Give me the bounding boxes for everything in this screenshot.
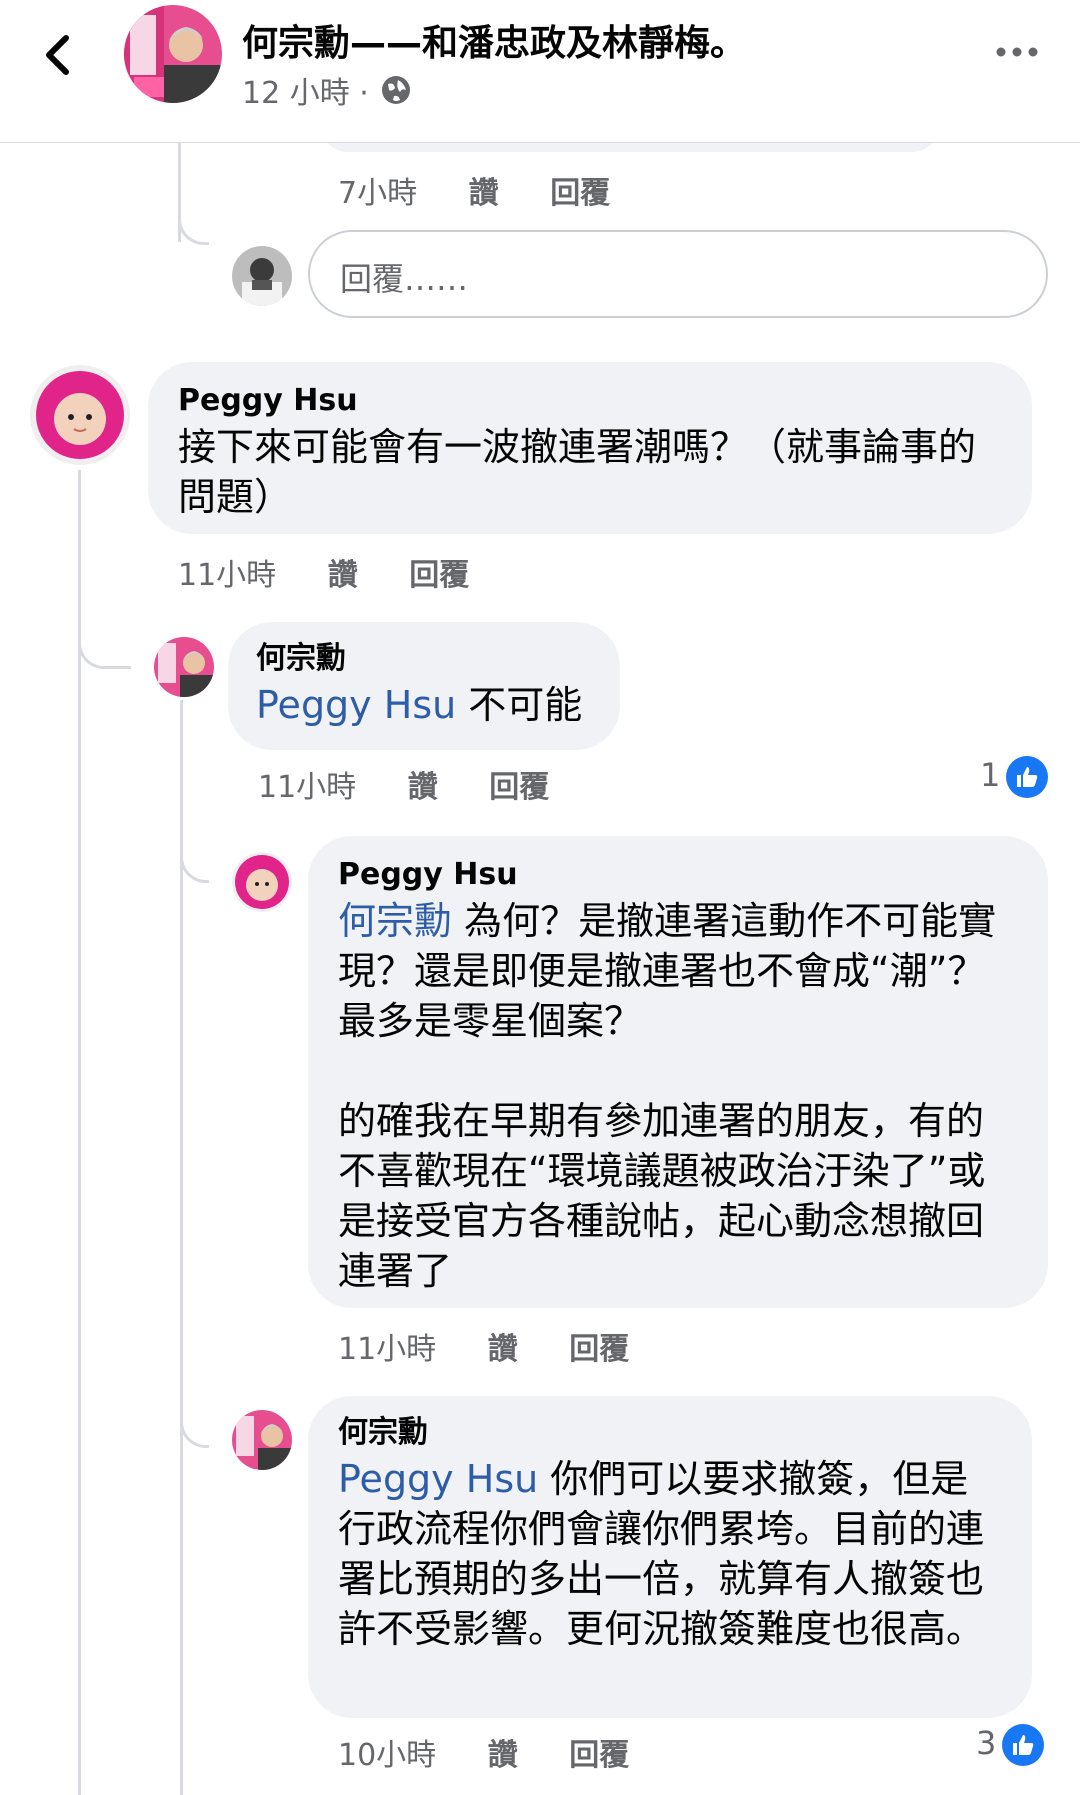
comment-time: 11小時 [258,770,357,805]
commenter-avatar[interactable] [30,365,130,465]
post-timestamp: 12 小時 · [242,76,369,111]
thread-connector [178,212,209,245]
reaction-summary[interactable]: 3 [976,1724,1045,1766]
reply-input[interactable]: 回覆…… [308,230,1048,318]
comment-actions: 7小時 讚 回覆 [338,168,610,212]
like-button[interactable]: 讚 [488,1324,518,1368]
thread-connector [78,630,131,669]
comment-actions: 11小時 讚 回覆 [258,762,549,806]
comment-time: 10小時 [338,1738,437,1773]
like-button[interactable]: 讚 [328,550,358,594]
comment-text: 為何？是撤連署這動作不可能 [452,899,959,943]
reply-button[interactable]: 回覆 [569,1730,629,1774]
comment-time: 11小時 [338,1332,437,1367]
thread-connector [180,840,209,883]
commenter-avatar[interactable] [232,852,292,912]
comment-text: 不可能 [456,683,583,727]
comment-actions: 10小時 讚 回覆 [338,1730,629,1774]
commenter-avatar[interactable] [154,637,214,697]
reaction-count: 1 [980,756,1001,794]
comment-author[interactable]: Peggy Hsu [338,854,1018,896]
comment-actions: 11小時 讚 回覆 [338,1324,629,1368]
more-options-icon[interactable] [995,42,1039,62]
reply-button[interactable]: 回覆 [569,1324,629,1368]
post-author-avatar[interactable] [124,5,222,103]
reply-button[interactable]: 回覆 [409,550,469,594]
like-button[interactable]: 讚 [488,1730,518,1774]
mention-link[interactable]: 何宗勳 [338,899,452,943]
post-header: 何宗勳——和潘忠政及林靜梅。 12 小時 · [0,0,1080,143]
comment-author[interactable]: Peggy Hsu [178,380,1002,422]
like-reaction-icon [1002,1724,1045,1766]
globe-icon [380,74,412,106]
reaction-summary[interactable]: 1 [980,756,1049,798]
like-button[interactable]: 讚 [469,168,499,212]
reaction-count: 3 [976,1724,997,1762]
comment-author[interactable]: 何宗勳 [338,1412,1002,1454]
post-title[interactable]: 何宗勳——和潘忠政及林靜梅。 [242,14,746,66]
comment-actions: 11小時 讚 回覆 [178,550,469,594]
comment-bubble: Peggy Hsu 接下來可能會有一波撤連署潮嗎？（就事論事的問題） [148,362,1032,534]
comment-text: 接下來可能會有一波撤連署潮嗎？（就事論事的問題） [178,425,977,519]
reply-button[interactable]: 回覆 [489,762,549,806]
comment-paragraph: 的確我在早期有參加連署的朋友，有的不喜歡現在“環境議題被政治汙染了”或是接受官方… [338,1099,986,1293]
thread-line [78,470,81,1795]
comment-author[interactable]: 何宗勳 [256,638,592,680]
like-button[interactable]: 讚 [408,762,438,806]
reply-button[interactable]: 回覆 [550,168,610,212]
comment-time: 7小時 [338,176,418,211]
current-user-avatar [232,246,292,306]
back-arrow-icon[interactable] [34,30,84,80]
like-reaction-icon [1006,756,1049,798]
comment-bubble: 何宗勳 Peggy Hsu 不可能 [228,622,620,750]
comment-bubble: Peggy Hsu 何宗勳 為何？是撤連署這動作不可能實現？還是即便是撤連署也不… [308,836,1048,1308]
mention-link[interactable]: Peggy Hsu [256,683,456,727]
thread-connector [180,1405,209,1448]
mention-link[interactable]: Peggy Hsu [338,1457,538,1501]
comment-bubble: 何宗勳 Peggy Hsu 你們可以要求撤簽，但是行政流程你們會讓你們累垮。目前… [308,1396,1032,1718]
comment-time: 11小時 [178,558,277,593]
commenter-avatar[interactable] [232,1410,292,1470]
